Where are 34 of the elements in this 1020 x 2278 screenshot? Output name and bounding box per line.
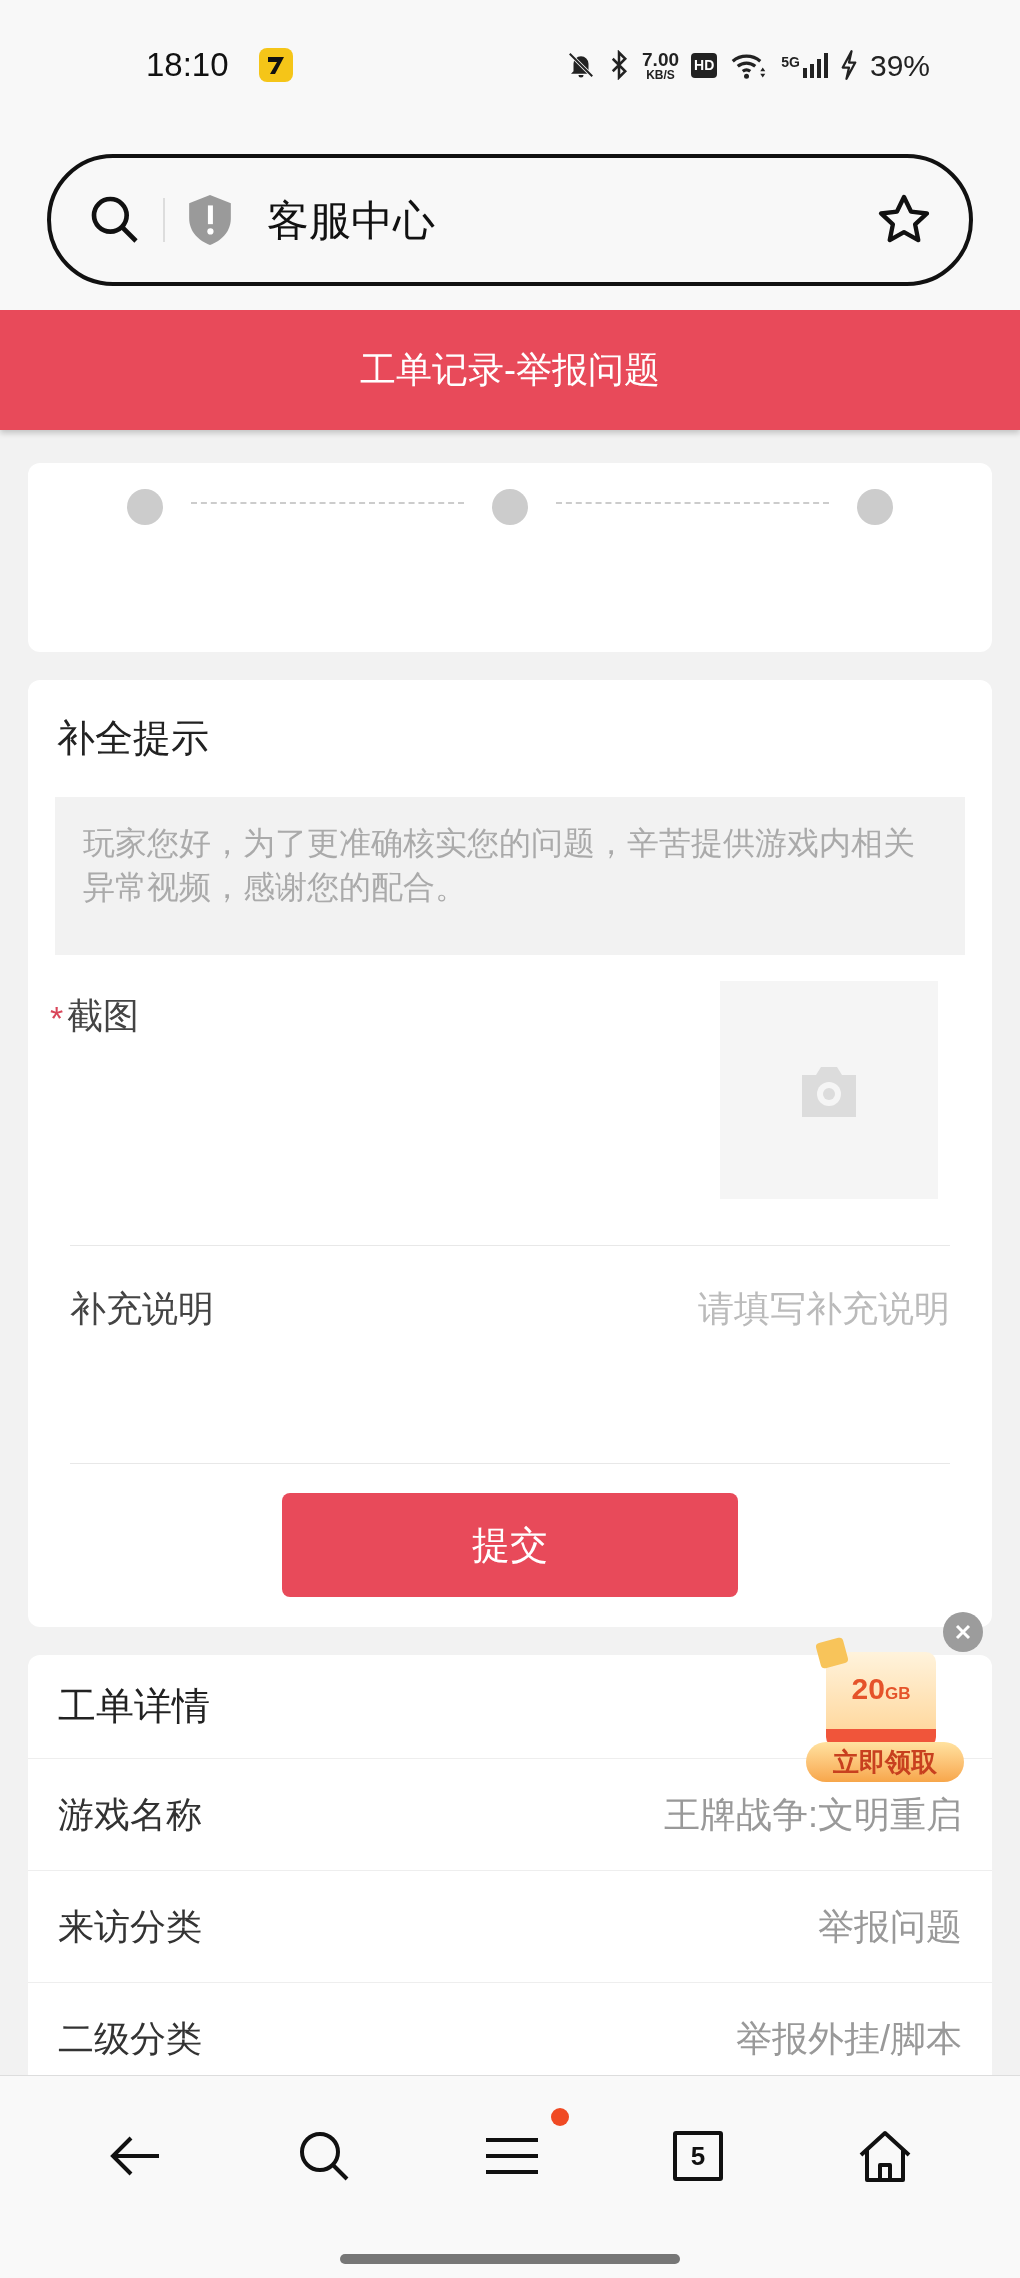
claim-button[interactable]: 立即领取 — [806, 1742, 964, 1782]
promo-badge[interactable]: 20GB 立即领取 — [806, 1640, 964, 1785]
submit-button[interactable]: 提交 — [282, 1493, 738, 1597]
signal-icon — [801, 52, 828, 78]
note-input[interactable]: 请填写补充说明 — [550, 1282, 950, 1336]
required-mark: * — [50, 1001, 64, 1035]
detail-label: 来访分类 — [58, 1904, 202, 1949]
charging-icon — [839, 50, 858, 80]
home-icon[interactable] — [857, 2129, 913, 2183]
speed-unit: KB/S — [646, 68, 675, 81]
field-label: 补充说明 — [70, 1287, 214, 1331]
close-icon[interactable] — [943, 1612, 983, 1652]
section-title: 工单详情 — [58, 1684, 210, 1729]
promo-amount: 20 — [851, 1674, 885, 1705]
notice-text: 玩家您好，为了更准确核实您的问题，辛苦提供游戏内相关异常视频，感谢您的配合。 — [55, 797, 965, 955]
detail-label: 游戏名称 — [58, 1792, 202, 1837]
network-type: 5G — [781, 53, 800, 72]
app-icon — [258, 48, 293, 82]
detail-value: 举报问题 — [818, 1904, 962, 1949]
address-bar[interactable]: 客服中心 — [47, 154, 973, 286]
status-time: 18:10 — [146, 45, 229, 86]
detail-label: 二级分类 — [58, 2016, 202, 2061]
field-label: 截图 — [67, 994, 140, 1038]
search-icon[interactable] — [297, 2129, 351, 2183]
page-title: 客服中心 — [267, 195, 436, 246]
detail-value: 王牌战争:文明重启 — [664, 1792, 962, 1837]
tabs-button[interactable]: 5 — [673, 2131, 723, 2181]
hd-badge: HD — [691, 52, 718, 78]
header-title: 工单记录-举报问题 — [360, 348, 660, 392]
section-title: 补全提示 — [56, 716, 210, 761]
network-speed: 7.00 — [642, 49, 680, 69]
detail-value: 举报外挂/脚本 — [736, 2016, 962, 2061]
promo-unit: GB — [884, 1684, 911, 1706]
battery-level: 39% — [869, 47, 930, 84]
